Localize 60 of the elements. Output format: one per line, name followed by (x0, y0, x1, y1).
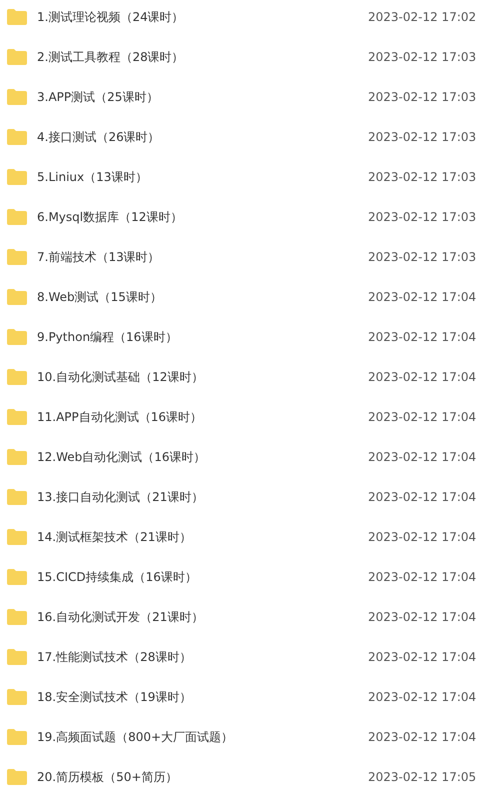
folder-icon (7, 729, 27, 745)
modified-date: 2023-02-12 17:04 (368, 490, 478, 504)
folder-name[interactable]: 6.Mysql数据库（12课时） (37, 208, 368, 226)
folder-icon (7, 409, 27, 425)
folder-name[interactable]: 10.自动化测试基础（12课时） (37, 368, 368, 386)
folder-icon (7, 649, 27, 665)
modified-date: 2023-02-12 17:04 (368, 570, 478, 584)
folder-name[interactable]: 1.测试理论视频（24课时） (37, 8, 368, 26)
modified-date: 2023-02-12 17:04 (368, 690, 478, 704)
folder-name[interactable]: 17.性能测试技术（28课时） (37, 648, 368, 666)
folder-icon (7, 449, 27, 465)
folder-name[interactable]: 20.简历模板（50+简历） (37, 768, 368, 786)
folder-name[interactable]: 16.自动化测试开发（21课时） (37, 608, 368, 626)
modified-date: 2023-02-12 17:04 (368, 290, 478, 304)
folder-name[interactable]: 15.CICD持续集成（16课时） (37, 568, 368, 586)
modified-date: 2023-02-12 17:04 (368, 410, 478, 424)
folder-name[interactable]: 5.Liniux（13课时） (37, 168, 368, 186)
folder-name[interactable]: 11.APP自动化测试（16课时） (37, 408, 368, 426)
folder-icon (7, 9, 27, 25)
folder-name[interactable]: 2.测试工具教程（28课时） (37, 48, 368, 66)
folder-name[interactable]: 3.APP测试（25课时） (37, 88, 368, 106)
modified-date: 2023-02-12 17:05 (368, 770, 478, 784)
folder-name[interactable]: 8.Web测试（15课时） (37, 288, 368, 306)
modified-date: 2023-02-12 17:02 (368, 10, 478, 24)
folder-name[interactable]: 9.Python编程（16课时） (37, 328, 368, 346)
modified-date: 2023-02-12 17:03 (368, 50, 478, 64)
modified-date: 2023-02-12 17:04 (368, 450, 478, 464)
modified-date: 2023-02-12 17:04 (368, 530, 478, 544)
modified-date: 2023-02-12 17:03 (368, 250, 478, 264)
folder-icon (7, 169, 27, 185)
folder-icon (7, 369, 27, 385)
folder-icon (7, 569, 27, 585)
modified-date: 2023-02-12 17:04 (368, 370, 478, 384)
modified-date: 2023-02-12 17:04 (368, 610, 478, 624)
folder-icon (7, 489, 27, 505)
folder-name[interactable]: 13.接口自动化测试（21课时） (37, 488, 368, 506)
folder-icon (7, 609, 27, 625)
folder-name[interactable]: 12.Web自动化测试（16课时） (37, 448, 368, 466)
folder-icon (7, 89, 27, 105)
modified-date: 2023-02-12 17:04 (368, 730, 478, 744)
folder-name[interactable]: 4.接口测试（26课时） (37, 128, 368, 146)
folder-icon (7, 209, 27, 225)
folder-icon (7, 289, 27, 305)
modified-date: 2023-02-12 17:03 (368, 210, 478, 224)
folder-name[interactable]: 7.前端技术（13课时） (37, 248, 368, 266)
modified-date: 2023-02-12 17:04 (368, 330, 478, 344)
folder-name[interactable]: 18.安全测试技术（19课时） (37, 688, 368, 706)
modified-date: 2023-02-12 17:04 (368, 650, 478, 664)
folder-icon (7, 769, 27, 785)
folder-icon (7, 529, 27, 545)
folder-name[interactable]: 19.高频面试题（800+大厂面试题） (37, 728, 368, 746)
modified-date: 2023-02-12 17:03 (368, 90, 478, 104)
folder-icon (7, 329, 27, 345)
modified-date: 2023-02-12 17:03 (368, 170, 478, 184)
folder-icon (7, 49, 27, 65)
folder-icon (7, 249, 27, 265)
folder-icon (7, 129, 27, 145)
modified-date: 2023-02-12 17:03 (368, 130, 478, 144)
folder-name[interactable]: 14.测试框架技术（21课时） (37, 528, 368, 546)
folder-icon (7, 689, 27, 705)
